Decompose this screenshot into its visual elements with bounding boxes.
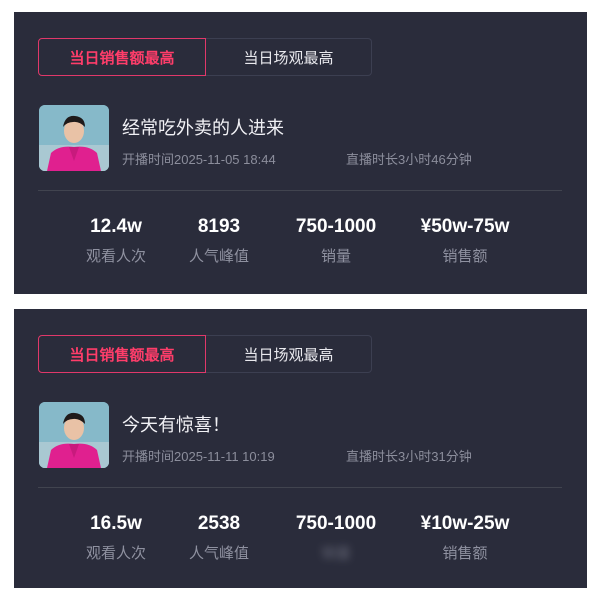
tab-top-sales[interactable]: 当日销售额最高 bbox=[38, 335, 206, 373]
live-session-card: 当日销售额最高 当日场观最高 经常吃外卖的人进来 开播时间2025-11-05 … bbox=[14, 12, 587, 294]
stat-views: 12.4w 观看人次 bbox=[66, 215, 166, 267]
stat-label: 人气峰值 bbox=[188, 545, 249, 562]
divider bbox=[38, 487, 562, 488]
host-avatar[interactable] bbox=[39, 105, 109, 171]
ranking-tabs: 当日销售额最高 当日场观最高 bbox=[38, 38, 372, 76]
stat-sales-volume: 750-1000 销量 bbox=[273, 512, 399, 564]
stat-views: 16.5w 观看人次 bbox=[66, 512, 166, 564]
tab-top-sales[interactable]: 当日销售额最高 bbox=[38, 38, 206, 76]
stat-revenue: ¥10w-25w 销售额 bbox=[400, 512, 530, 564]
stat-value: 2538 bbox=[197, 513, 241, 534]
stream-title[interactable]: 今天有惊喜！ bbox=[122, 411, 230, 437]
stat-peak-popularity: 2538 人气峰值 bbox=[169, 512, 269, 564]
stat-value: 750-1000 bbox=[295, 513, 377, 534]
stat-value: ¥50w-75w bbox=[420, 216, 510, 237]
stat-sales-volume: 750-1000 销量 bbox=[273, 215, 399, 267]
tab-top-views[interactable]: 当日场观最高 bbox=[206, 38, 372, 76]
start-time: 开播时间2025-11-11 10:19 bbox=[122, 449, 275, 464]
tab-top-views[interactable]: 当日场观最高 bbox=[206, 335, 372, 373]
stat-label: 观看人次 bbox=[85, 545, 146, 562]
divider bbox=[38, 190, 562, 191]
stat-label: 销售额 bbox=[442, 248, 488, 265]
stat-revenue: ¥50w-75w 销售额 bbox=[400, 215, 530, 267]
live-session-card: 当日销售额最高 当日场观最高 今天有惊喜！ 开播时间2025-11-11 10:… bbox=[14, 309, 587, 588]
stat-label: 销量 bbox=[320, 545, 351, 562]
stat-value: 8193 bbox=[197, 216, 241, 237]
stat-value: 12.4w bbox=[90, 216, 142, 237]
stat-label: 观看人次 bbox=[85, 248, 146, 265]
stat-label: 销售额 bbox=[442, 545, 488, 562]
stream-duration: 直播时长3小时31分钟 bbox=[346, 449, 472, 464]
ranking-tabs: 当日销售额最高 当日场观最高 bbox=[38, 335, 372, 373]
stream-title[interactable]: 经常吃外卖的人进来 bbox=[122, 114, 284, 140]
stat-value: 750-1000 bbox=[295, 216, 377, 237]
stream-duration: 直播时长3小时46分钟 bbox=[346, 152, 472, 167]
stat-value: 16.5w bbox=[90, 513, 142, 534]
stat-label: 销量 bbox=[320, 248, 351, 265]
stat-peak-popularity: 8193 人气峰值 bbox=[169, 215, 269, 267]
stat-label: 人气峰值 bbox=[188, 248, 249, 265]
host-avatar[interactable] bbox=[39, 402, 109, 468]
stat-value: ¥10w-25w bbox=[420, 513, 510, 534]
start-time: 开播时间2025-11-05 18:44 bbox=[122, 152, 276, 167]
